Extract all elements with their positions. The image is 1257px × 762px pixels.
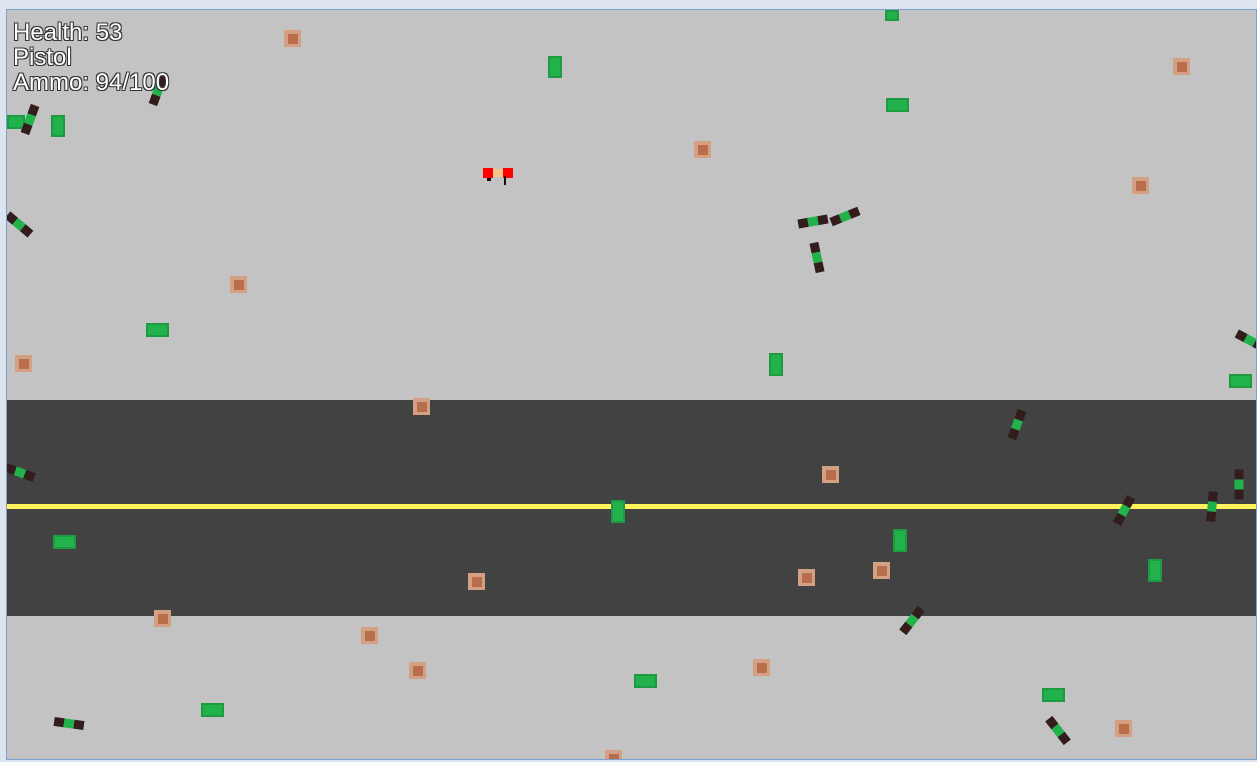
bush: [1042, 688, 1065, 702]
crate: [284, 30, 301, 47]
crate: [15, 355, 32, 372]
crate: [798, 569, 815, 586]
game-canvas[interactable]: Health: 53 Pistol Ammo: 94/100: [6, 9, 1257, 760]
crate: [1132, 177, 1149, 194]
crate: [873, 562, 890, 579]
crate: [413, 398, 430, 415]
zombie: [829, 206, 861, 227]
crate: [1115, 720, 1132, 737]
zombie: [1045, 715, 1071, 746]
crate: [822, 466, 839, 483]
crate: [694, 141, 711, 158]
crate: [753, 659, 770, 676]
road: [7, 400, 1256, 616]
crate: [154, 610, 171, 627]
bush: [548, 56, 562, 78]
road-center-line: [7, 504, 1256, 509]
pistol-icon: [504, 176, 506, 185]
bush: [886, 98, 909, 112]
ammo-readout: Ammo: 94/100: [13, 69, 170, 96]
bush: [146, 323, 169, 337]
bush: [611, 500, 625, 523]
bush: [1148, 559, 1162, 582]
bush: [885, 10, 899, 21]
bush: [634, 674, 657, 688]
zombie: [809, 241, 825, 274]
health-readout: Health: 53: [13, 19, 123, 46]
zombie: [1234, 329, 1256, 352]
crate: [605, 750, 622, 759]
zombie: [1234, 469, 1244, 500]
bush: [893, 529, 907, 552]
zombie: [53, 716, 85, 731]
bush: [769, 353, 783, 376]
bush: [53, 535, 76, 549]
crate: [361, 627, 378, 644]
hud: Health: 53 Pistol Ammo: 94/100: [13, 20, 169, 95]
crate: [230, 276, 247, 293]
crate: [409, 662, 426, 679]
bush: [1229, 374, 1252, 388]
crate: [468, 573, 485, 590]
bush: [51, 115, 65, 137]
bush: [201, 703, 224, 717]
weapon-readout: Pistol: [13, 44, 72, 71]
zombie: [797, 214, 829, 229]
player-character: [483, 168, 513, 186]
crate: [1173, 58, 1190, 75]
zombie: [7, 211, 34, 238]
